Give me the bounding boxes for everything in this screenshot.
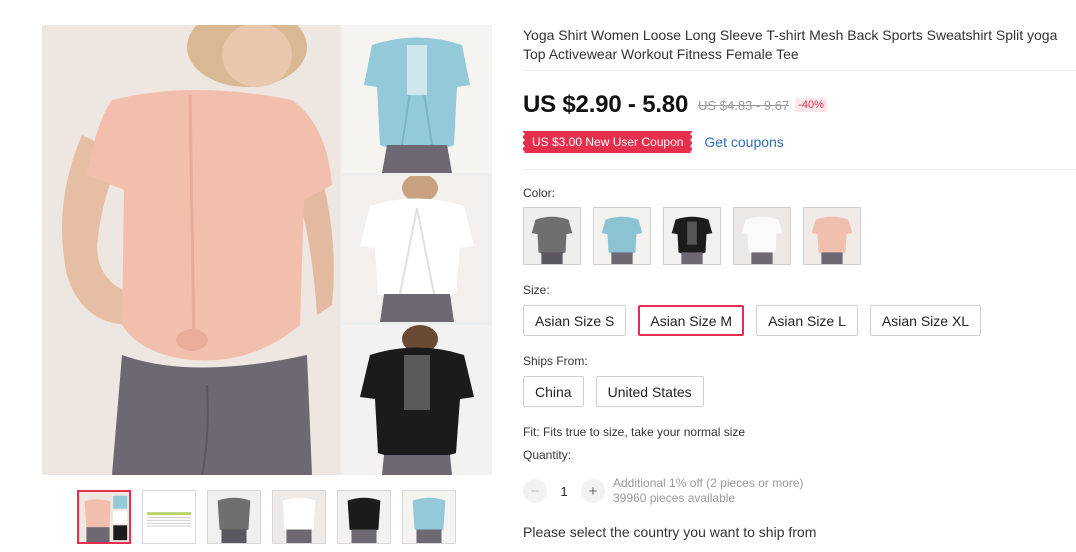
- divider: [523, 70, 1076, 71]
- discount-badge: -40%: [795, 98, 827, 112]
- ships-from-china[interactable]: China: [523, 376, 584, 407]
- color-swatch-list: [523, 207, 861, 265]
- color-swatch-blue[interactable]: [593, 207, 651, 265]
- main-image-white-back-view: [342, 176, 492, 322]
- main-image-black-back-view: [342, 325, 492, 475]
- color-swatch-pink[interactable]: [803, 207, 861, 265]
- thumbnail-strip: [77, 490, 457, 545]
- thumbnail-2-size-chart[interactable]: [142, 490, 196, 544]
- size-option-xl[interactable]: Asian Size XL: [869, 305, 982, 336]
- thumbnail-6-blue[interactable]: [402, 490, 456, 544]
- quantity-info: Additional 1% off (2 pieces or more) 399…: [613, 476, 804, 506]
- color-label: Color:: [523, 186, 556, 200]
- size-option-m[interactable]: Asian Size M: [638, 305, 745, 336]
- quantity-decrease-button[interactable]: −: [523, 479, 547, 503]
- price-row: US $2.90 - 5.80 US $4.83 - 9.67 -40%: [523, 90, 827, 120]
- main-image-pink-back-view: [42, 25, 340, 475]
- thumbnail-4-white[interactable]: [272, 490, 326, 544]
- divider: [523, 169, 1076, 170]
- color-swatch-gray[interactable]: [523, 207, 581, 265]
- ships-from-label: Ships From:: [523, 354, 588, 368]
- thumbnail-1[interactable]: [77, 490, 131, 544]
- stock-available-note: 39960 pieces available: [613, 491, 736, 505]
- quantity-stepper: − 1 + Additional 1% off (2 pieces or mor…: [523, 476, 804, 506]
- fit-note: Fit: Fits true to size, take your normal…: [523, 425, 746, 439]
- color-swatch-black[interactable]: [663, 207, 721, 265]
- size-option-s[interactable]: Asian Size S: [523, 305, 627, 336]
- ships-from-united-states[interactable]: United States: [595, 376, 704, 407]
- get-coupons-link[interactable]: Get coupons: [704, 134, 783, 150]
- thumbnail-3-gray[interactable]: [207, 490, 261, 544]
- quantity-label: Quantity:: [523, 448, 572, 462]
- shipping-country-prompt: Please select the country you want to sh…: [523, 524, 817, 540]
- coupon-row: US $3.00 New User Coupon Get coupons: [520, 130, 784, 154]
- size-option-l[interactable]: Asian Size L: [756, 305, 858, 336]
- size-option-list: Asian Size S Asian Size M Asian Size L A…: [523, 305, 982, 336]
- new-user-coupon-badge[interactable]: US $3.00 New User Coupon: [520, 131, 695, 153]
- bulk-discount-note: Additional 1% off (2 pieces or more): [613, 476, 804, 490]
- color-swatch-white[interactable]: [733, 207, 791, 265]
- quantity-increase-button[interactable]: +: [581, 479, 605, 503]
- ships-from-option-list: China United States: [523, 376, 704, 407]
- original-price: US $4.83 - 9.67: [698, 97, 790, 113]
- current-price: US $2.90 - 5.80: [523, 91, 689, 118]
- main-product-image[interactable]: [42, 25, 492, 475]
- product-title: Yoga Shirt Women Loose Long Sleeve T-shi…: [523, 27, 1058, 62]
- quantity-value[interactable]: 1: [547, 484, 581, 499]
- main-image-blue-back-view: [342, 25, 492, 173]
- thumbnail-5-black[interactable]: [337, 490, 391, 544]
- size-label: Size:: [523, 283, 550, 297]
